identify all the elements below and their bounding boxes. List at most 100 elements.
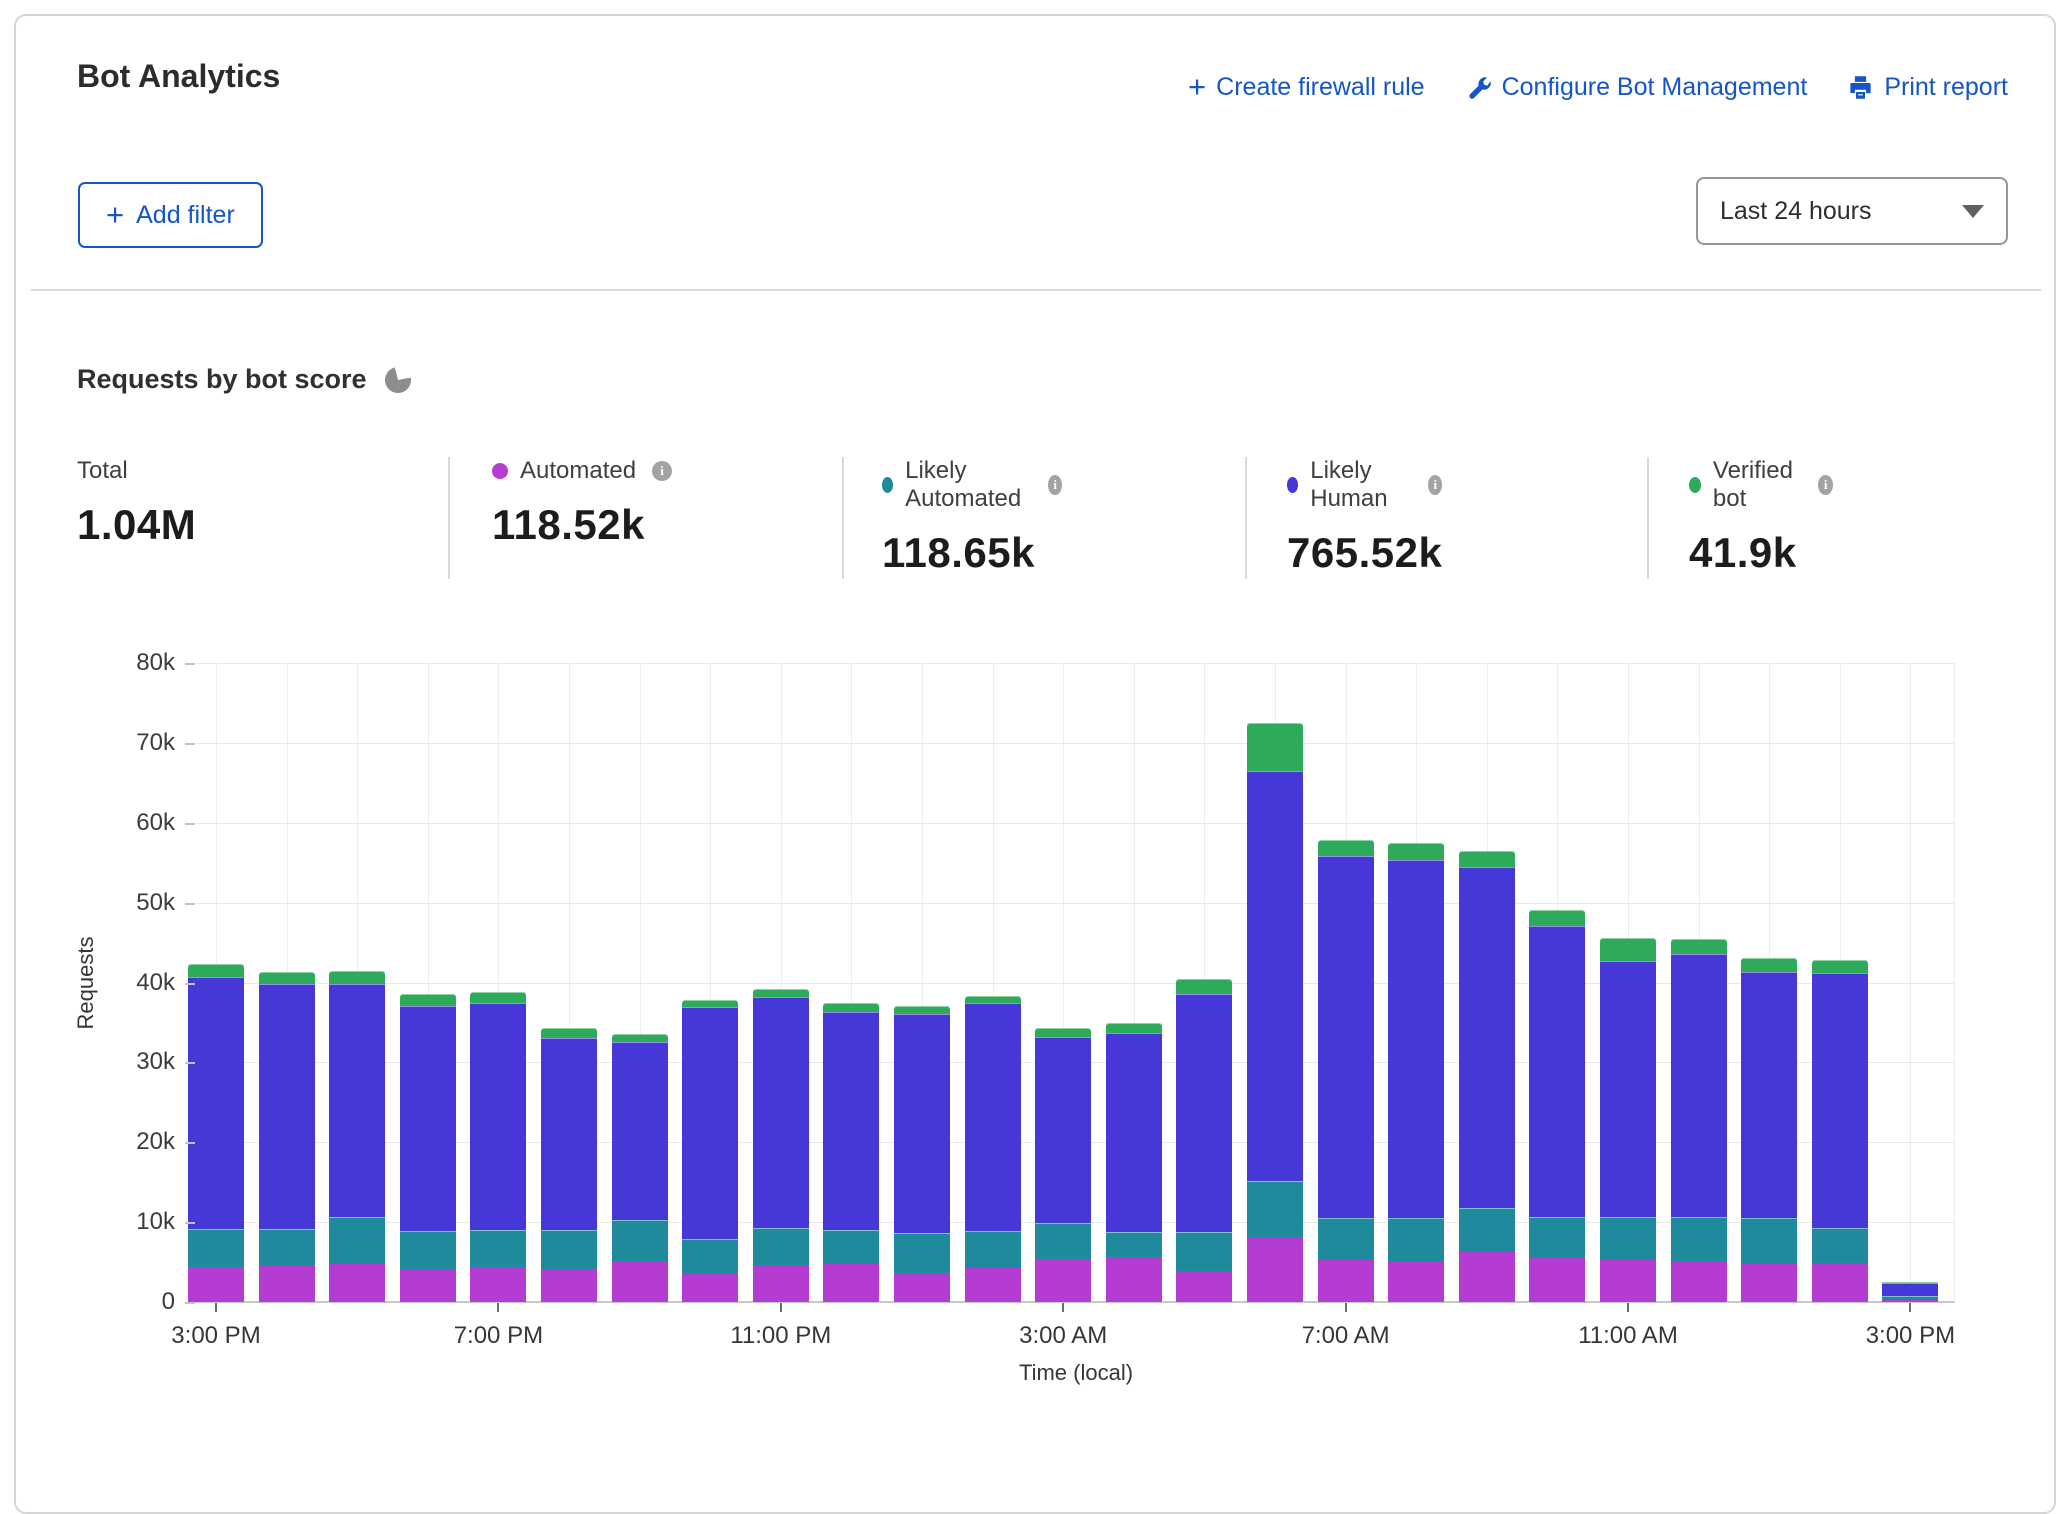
bar-segment-likely-automated[interactable] bbox=[1812, 1228, 1868, 1263]
bar-1100pm[interactable] bbox=[753, 989, 809, 1302]
bar-segment-automated[interactable] bbox=[470, 1267, 526, 1302]
create-firewall-rule-link[interactable]: + Create firewall rule bbox=[1188, 72, 1425, 103]
bar-segment-verified-bot[interactable] bbox=[753, 989, 809, 997]
bar-segment-automated[interactable] bbox=[1035, 1259, 1091, 1302]
bar-segment-likely-human[interactable] bbox=[329, 984, 385, 1217]
info-icon[interactable]: i bbox=[1048, 475, 1062, 495]
bar-segment-likely-automated[interactable] bbox=[1459, 1208, 1515, 1253]
info-icon[interactable]: i bbox=[652, 461, 672, 481]
bar-segment-likely-human[interactable] bbox=[753, 997, 809, 1228]
bar-segment-likely-automated[interactable] bbox=[682, 1239, 738, 1274]
bar-300pm[interactable] bbox=[1882, 1282, 1938, 1302]
bar-segment-likely-human[interactable] bbox=[400, 1006, 456, 1231]
print-report-link[interactable]: Print report bbox=[1847, 73, 2008, 102]
bar-segment-automated[interactable] bbox=[541, 1269, 597, 1302]
bar-200am[interactable] bbox=[965, 996, 1021, 1302]
bar-segment-likely-human[interactable] bbox=[1459, 867, 1515, 1207]
bar-600am[interactable] bbox=[1247, 723, 1303, 1302]
bar-segment-automated[interactable] bbox=[1882, 1300, 1938, 1302]
bar-segment-verified-bot[interactable] bbox=[188, 964, 244, 977]
bar-segment-verified-bot[interactable] bbox=[965, 996, 1021, 1003]
bar-segment-verified-bot[interactable] bbox=[1106, 1023, 1162, 1033]
bar-segment-automated[interactable] bbox=[753, 1265, 809, 1302]
bar-300am[interactable] bbox=[1035, 1028, 1091, 1302]
bar-segment-likely-human[interactable] bbox=[965, 1003, 1021, 1231]
bar-segment-likely-human[interactable] bbox=[541, 1038, 597, 1230]
bar-segment-automated[interactable] bbox=[823, 1264, 879, 1302]
bar-segment-likely-automated[interactable] bbox=[1106, 1232, 1162, 1258]
bar-segment-likely-automated[interactable] bbox=[188, 1229, 244, 1267]
bar-segment-verified-bot[interactable] bbox=[259, 972, 315, 984]
bar-800am[interactable] bbox=[1388, 843, 1444, 1302]
bar-segment-likely-automated[interactable] bbox=[965, 1231, 1021, 1269]
bar-segment-likely-human[interactable] bbox=[1247, 771, 1303, 1182]
bar-segment-likely-automated[interactable] bbox=[1671, 1217, 1727, 1262]
bar-segment-verified-bot[interactable] bbox=[612, 1034, 668, 1041]
bar-segment-verified-bot[interactable] bbox=[823, 1003, 879, 1012]
bar-segment-likely-human[interactable] bbox=[1741, 972, 1797, 1218]
bar-segment-automated[interactable] bbox=[1671, 1261, 1727, 1302]
stat-likely-automated[interactable]: Likely Automated i 118.65k bbox=[882, 457, 1062, 577]
bar-segment-likely-human[interactable] bbox=[1035, 1037, 1091, 1223]
bar-segment-verified-bot[interactable] bbox=[1176, 979, 1232, 994]
bar-900pm[interactable] bbox=[612, 1034, 668, 1302]
bar-segment-verified-bot[interactable] bbox=[1247, 723, 1303, 771]
bar-segment-likely-human[interactable] bbox=[1882, 1283, 1938, 1297]
bar-segment-likely-automated[interactable] bbox=[1176, 1232, 1232, 1271]
bar-1000pm[interactable] bbox=[682, 1000, 738, 1302]
bar-segment-likely-automated[interactable] bbox=[1600, 1217, 1656, 1260]
bar-segment-verified-bot[interactable] bbox=[470, 992, 526, 1003]
bar-segment-automated[interactable] bbox=[1459, 1252, 1515, 1302]
bar-segment-likely-human[interactable] bbox=[1671, 954, 1727, 1217]
bar-segment-automated[interactable] bbox=[1247, 1237, 1303, 1302]
bar-segment-verified-bot[interactable] bbox=[1318, 840, 1374, 857]
bar-segment-likely-automated[interactable] bbox=[1529, 1217, 1585, 1259]
bar-segment-likely-automated[interactable] bbox=[1741, 1218, 1797, 1264]
bar-segment-likely-automated[interactable] bbox=[823, 1230, 879, 1264]
bar-1200pm[interactable] bbox=[1671, 939, 1727, 1302]
bar-segment-likely-human[interactable] bbox=[1176, 994, 1232, 1232]
bar-segment-likely-automated[interactable] bbox=[1388, 1218, 1444, 1262]
bar-segment-likely-automated[interactable] bbox=[894, 1233, 950, 1273]
bar-segment-likely-automated[interactable] bbox=[612, 1220, 668, 1262]
bar-segment-likely-automated[interactable] bbox=[753, 1228, 809, 1266]
bar-1100am[interactable] bbox=[1600, 938, 1656, 1302]
bar-segment-likely-human[interactable] bbox=[188, 977, 244, 1229]
bar-segment-automated[interactable] bbox=[1388, 1262, 1444, 1302]
bar-segment-verified-bot[interactable] bbox=[1671, 939, 1727, 954]
bar-segment-verified-bot[interactable] bbox=[1388, 843, 1444, 860]
bar-segment-likely-human[interactable] bbox=[1600, 961, 1656, 1217]
configure-bot-management-link[interactable]: Configure Bot Management bbox=[1465, 73, 1808, 102]
bar-segment-verified-bot[interactable] bbox=[329, 971, 385, 984]
bar-segment-likely-human[interactable] bbox=[612, 1042, 668, 1220]
bar-segment-automated[interactable] bbox=[1529, 1258, 1585, 1302]
bar-500pm[interactable] bbox=[329, 971, 385, 1302]
bar-segment-verified-bot[interactable] bbox=[894, 1006, 950, 1014]
bar-segment-likely-automated[interactable] bbox=[470, 1230, 526, 1267]
bar-segment-likely-automated[interactable] bbox=[259, 1229, 315, 1267]
bar-segment-likely-human[interactable] bbox=[894, 1014, 950, 1234]
bar-100am[interactable] bbox=[894, 1006, 950, 1302]
bar-segment-likely-human[interactable] bbox=[1388, 860, 1444, 1219]
bar-segment-likely-automated[interactable] bbox=[541, 1230, 597, 1269]
bar-segment-likely-human[interactable] bbox=[259, 984, 315, 1228]
bar-segment-automated[interactable] bbox=[259, 1266, 315, 1302]
time-range-select[interactable]: Last 24 hours bbox=[1696, 177, 2008, 245]
bar-segment-automated[interactable] bbox=[400, 1269, 456, 1302]
bar-500am[interactable] bbox=[1176, 979, 1232, 1302]
bar-segment-likely-automated[interactable] bbox=[1318, 1218, 1374, 1260]
bar-segment-verified-bot[interactable] bbox=[1035, 1028, 1091, 1037]
bar-segment-automated[interactable] bbox=[1600, 1260, 1656, 1302]
bar-segment-verified-bot[interactable] bbox=[1812, 960, 1868, 973]
bar-segment-likely-human[interactable] bbox=[1529, 926, 1585, 1217]
bar-segment-automated[interactable] bbox=[1318, 1260, 1374, 1302]
bar-segment-automated[interactable] bbox=[1176, 1271, 1232, 1302]
bar-segment-automated[interactable] bbox=[612, 1261, 668, 1302]
stat-likely-human[interactable]: Likely Human i 765.52k bbox=[1287, 457, 1442, 577]
bar-segment-automated[interactable] bbox=[188, 1267, 244, 1302]
bar-segment-likely-human[interactable] bbox=[470, 1003, 526, 1230]
bar-segment-automated[interactable] bbox=[682, 1274, 738, 1302]
bar-segment-verified-bot[interactable] bbox=[1882, 1282, 1938, 1283]
bar-segment-automated[interactable] bbox=[329, 1264, 385, 1302]
info-icon[interactable]: i bbox=[1818, 475, 1833, 495]
